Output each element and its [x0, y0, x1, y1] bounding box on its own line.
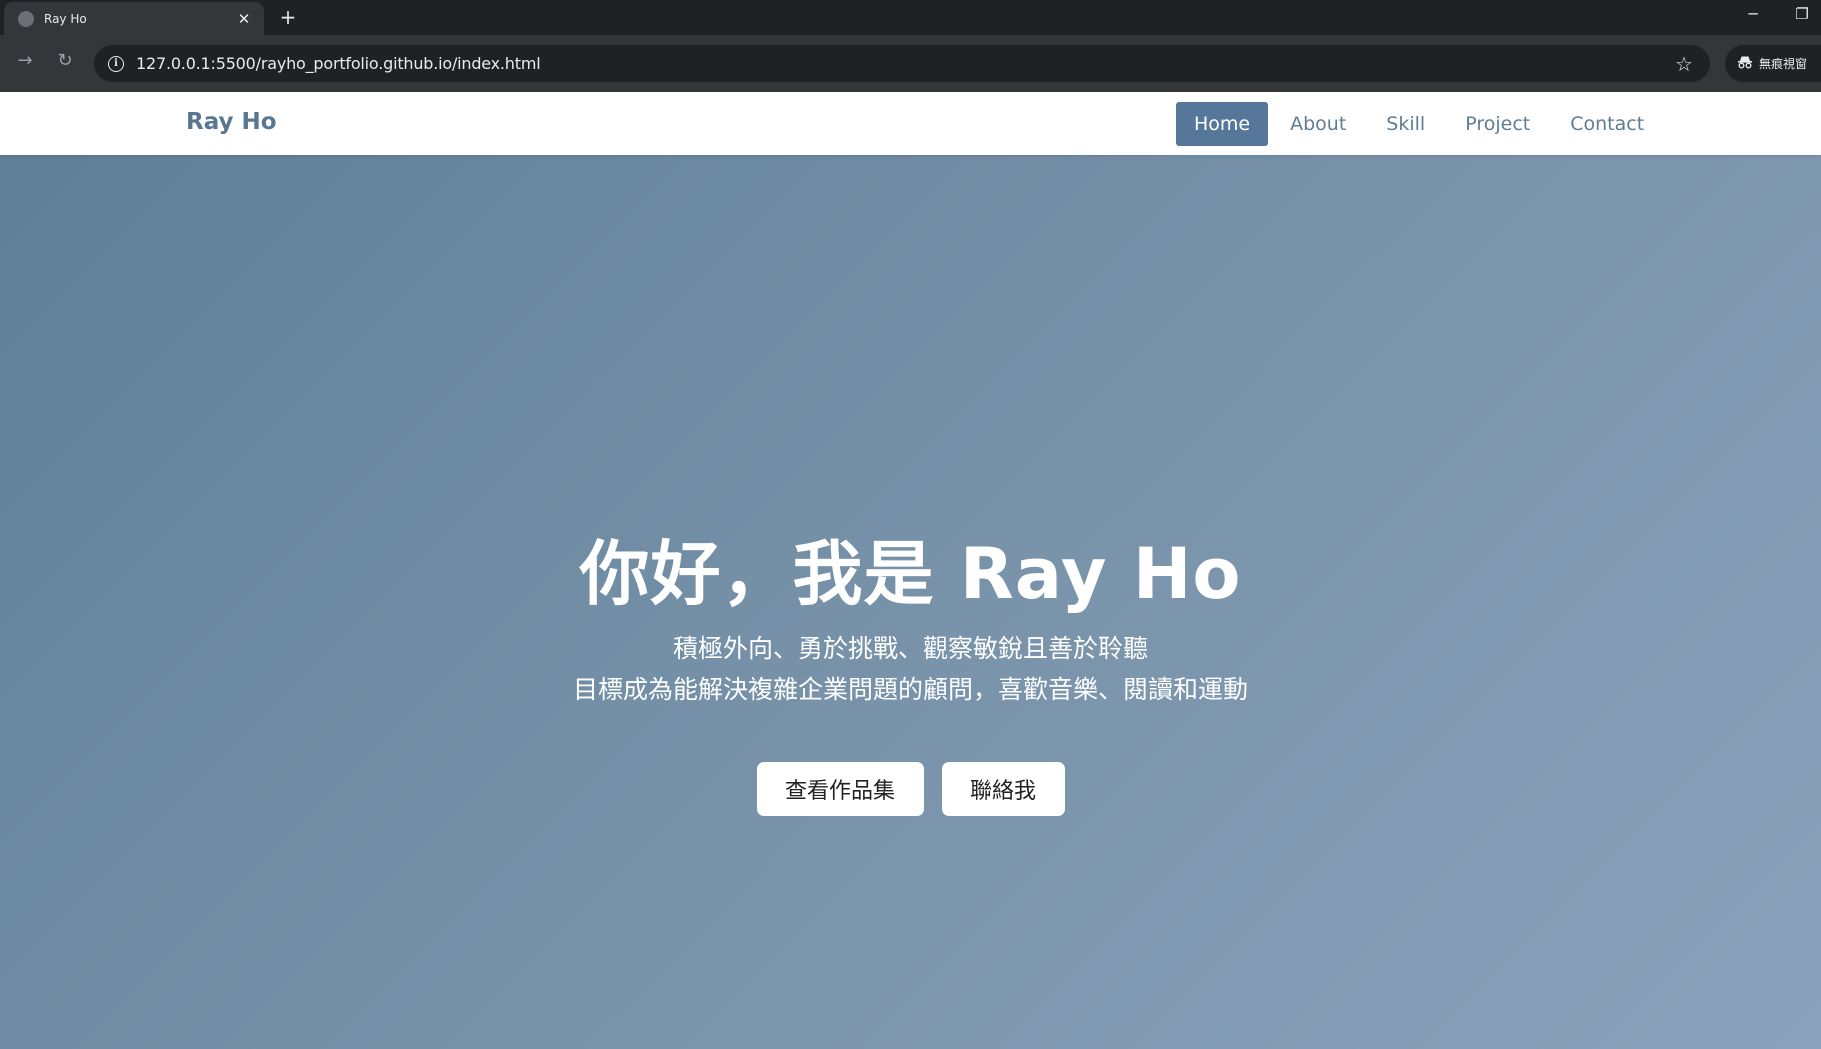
browser-toolbar: → ↻ i 127.0.0.1:5500/rayho_portfolio.git… — [0, 35, 1821, 92]
tab-strip: Ray Ho ✕ + ─ ❐ — [0, 0, 1821, 35]
nav-link-contact[interactable]: Contact — [1552, 102, 1662, 146]
nav-link-skill[interactable]: Skill — [1368, 102, 1443, 146]
hero-cta-row: 查看作品集 聯絡我 — [0, 762, 1821, 816]
browser-tab[interactable]: Ray Ho ✕ — [4, 2, 264, 35]
close-tab-icon[interactable]: ✕ — [234, 10, 254, 28]
site-navbar: Ray Ho Home About Skill Project Contact — [0, 92, 1821, 155]
reload-icon[interactable]: ↻ — [52, 50, 78, 71]
incognito-indicator[interactable]: 無痕視窗 — [1725, 45, 1821, 82]
view-portfolio-button[interactable]: 查看作品集 — [756, 762, 924, 816]
hero-section: 你好，我是 Ray Ho 積極外向、勇於挑戰、觀察敏銳且善於聆聽 目標成為能解決… — [0, 155, 1821, 1049]
url-text[interactable]: 127.0.0.1:5500/rayho_portfolio.github.io… — [136, 54, 1672, 73]
minimize-icon[interactable]: ─ — [1741, 5, 1765, 23]
nav-links: Home About Skill Project Contact — [1176, 102, 1666, 146]
new-tab-button[interactable]: + — [276, 5, 300, 29]
address-bar[interactable]: i 127.0.0.1:5500/rayho_portfolio.github.… — [94, 45, 1710, 82]
tab-title: Ray Ho — [44, 11, 87, 26]
site-brand[interactable]: Ray Ho — [186, 109, 277, 135]
web-page: Ray Ho Home About Skill Project Contact … — [0, 92, 1821, 1049]
bookmark-star-icon[interactable]: ☆ — [1672, 52, 1696, 76]
incognito-icon — [1737, 55, 1753, 73]
nav-link-about[interactable]: About — [1272, 102, 1364, 146]
hero-subtitle-line1: 積極外向、勇於挑戰、觀察敏銳且善於聆聽 — [672, 634, 1148, 663]
nav-link-project[interactable]: Project — [1447, 102, 1548, 146]
globe-icon — [18, 10, 34, 27]
restore-icon[interactable]: ❐ — [1790, 5, 1814, 23]
nav-link-home[interactable]: Home — [1176, 102, 1269, 146]
hero-subtitle-line2: 目標成為能解決複雜企業問題的顧問，喜歡音樂、閱讀和運動 — [572, 675, 1248, 704]
forward-icon[interactable]: → — [12, 50, 38, 71]
incognito-label: 無痕視窗 — [1759, 57, 1808, 71]
hero-title: 你好，我是 Ray Ho — [579, 533, 1242, 615]
site-info-icon[interactable]: i — [108, 55, 124, 72]
contact-me-button[interactable]: 聯絡我 — [941, 762, 1065, 816]
